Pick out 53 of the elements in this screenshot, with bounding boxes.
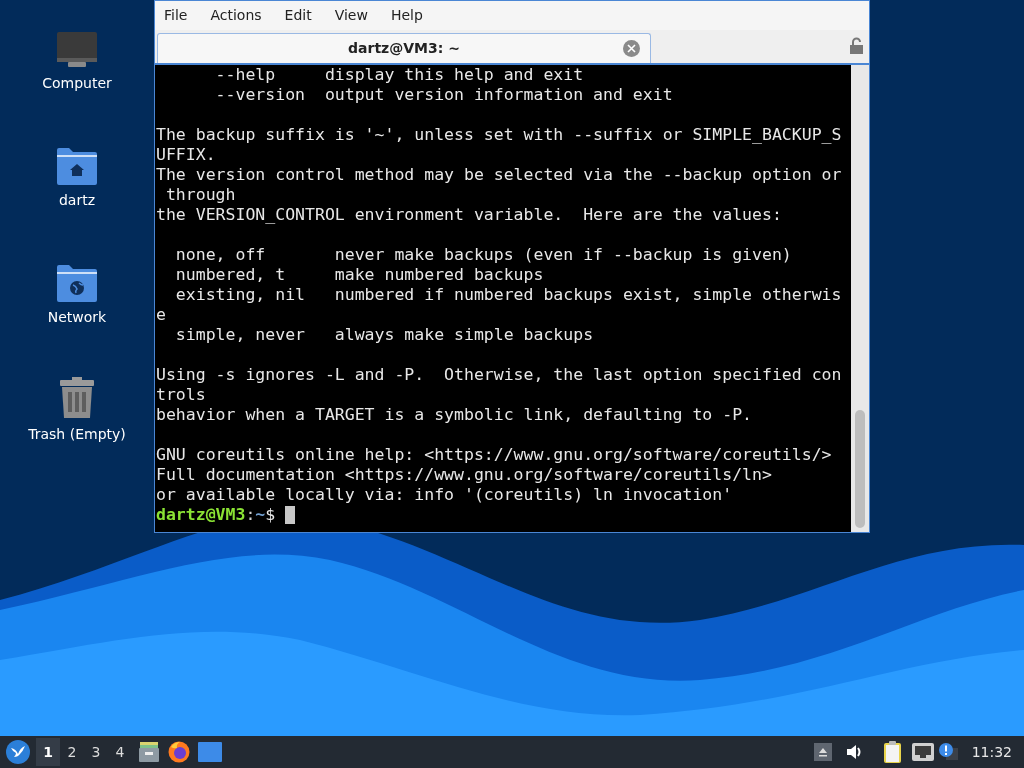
terminal-line: numbered, t make numbered backups: [174, 265, 545, 285]
workspace-switch[interactable]: 4: [108, 738, 132, 766]
scrollbar-thumb[interactable]: [855, 410, 865, 528]
terminal-line: simple, never always make simple backups: [174, 325, 595, 345]
terminal-line: UFFIX.: [156, 145, 217, 165]
terminal-line: Using -s ignores -L and -P. Otherwise, the last option specified con: [156, 365, 843, 385]
prompt-separator: :: [245, 505, 256, 525]
terminal-line: GNU coreutils online help: <https://www.gnu.org/software/coreutils/>: [156, 445, 833, 465]
workspace-switch[interactable]: 2: [60, 738, 84, 766]
terminal-tab[interactable]: dartz@VM3: ~: [157, 33, 651, 63]
terminal-line: The backup suffix is '~', unless set with --suffix or SIMPLE_BACKUP_S: [156, 125, 843, 145]
terminal-line: existing, nil numbered if numbered backups exist, simple otherwis: [174, 285, 843, 305]
terminal-line: through: [164, 185, 237, 205]
prompt-user: dartz@VM3: [156, 505, 246, 525]
clock[interactable]: 11:32: [971, 741, 1012, 763]
clipboard-icon[interactable]: [883, 741, 902, 763]
start-menu-icon[interactable]: [6, 740, 30, 764]
eject-icon[interactable]: [813, 743, 832, 761]
network-folder-icon: [56, 264, 98, 302]
terminal-line: trols: [156, 385, 207, 405]
desktop-icon-label[interactable]: Trash (Empty): [28, 425, 126, 443]
terminal-line: or available locally via: info '(coreutils) ln invocation': [156, 485, 734, 505]
terminal-line: Full documentation <https://www.gnu.org/software/coreutils/ln>: [156, 465, 773, 485]
workspace-switch[interactable]: 3: [84, 738, 108, 766]
menu-item[interactable]: View: [334, 5, 368, 26]
terminal-line: none, off never make backups (even if --backup is given): [174, 245, 793, 265]
lock-icon[interactable]: [850, 37, 863, 54]
workspace-switch[interactable]: 1: [36, 738, 60, 766]
menu-item[interactable]: Edit: [284, 5, 312, 26]
desktop-icon-label[interactable]: Computer: [42, 74, 112, 92]
terminal-line: The version control method may be selected via the --backup option or: [156, 165, 843, 185]
terminal-line: --version output version information and exit: [214, 85, 674, 105]
prompt-path: ~: [255, 505, 266, 525]
scrollbar[interactable]: [851, 65, 869, 532]
text-cursor: [285, 506, 296, 524]
terminal-line: e: [156, 305, 167, 325]
desktop-icon-label[interactable]: dartz: [58, 191, 96, 209]
notification-icon[interactable]: [937, 742, 958, 762]
trash-icon: [59, 377, 95, 419]
terminal-line: --help display this help and exit: [214, 65, 585, 85]
prompt-symbol: $: [265, 505, 276, 525]
terminal-line: the VERSION_CONTROL environment variable. Here are the values:: [156, 205, 783, 225]
menu-item[interactable]: File: [164, 5, 188, 26]
monitor-icon: [56, 32, 98, 68]
file-cabinet-icon[interactable]: [138, 741, 160, 763]
desktop-icon-label[interactable]: Network: [47, 308, 107, 326]
close-icon[interactable]: [623, 40, 640, 57]
menu-item[interactable]: Help: [390, 5, 423, 26]
menu-item[interactable]: Actions: [210, 5, 262, 26]
home-folder-icon: [56, 147, 98, 185]
firefox-icon[interactable]: [168, 741, 190, 763]
terminal-line: behavior when a TARGET is a symbolic link, defaulting to -P.: [156, 405, 754, 425]
network-icon[interactable]: [911, 743, 934, 761]
